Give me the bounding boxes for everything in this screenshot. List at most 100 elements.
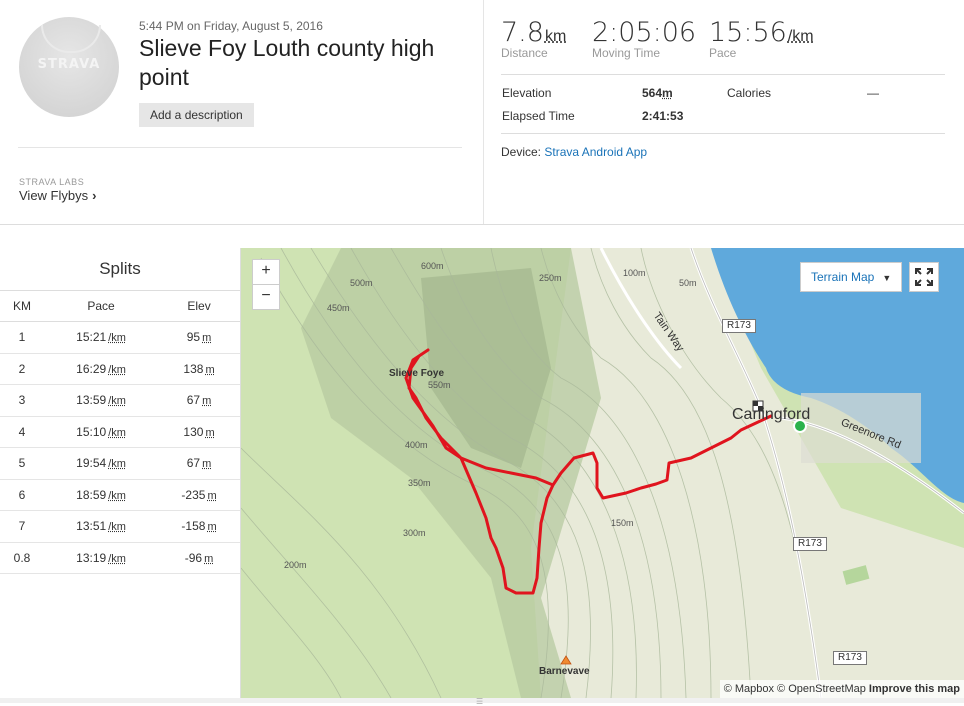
pace-label: Pace bbox=[709, 46, 737, 60]
split-row: 1 15:21/km 95 m bbox=[0, 321, 240, 354]
strava-labs-label: STRAVA LABS bbox=[19, 177, 85, 187]
elevation-number: 564 bbox=[642, 86, 663, 100]
split-row: 2 16:29/km 138 m bbox=[0, 353, 240, 385]
split-pace-unit: /km bbox=[108, 458, 126, 471]
split-pace-unit: /km bbox=[108, 489, 126, 502]
header-elev: Elev bbox=[158, 291, 240, 322]
split-pace-value: 13:59 bbox=[76, 393, 107, 408]
split-pace-value: 13:51 bbox=[76, 519, 107, 534]
activity-date: 5:44 PM on Friday, August 5, 2016 bbox=[139, 19, 323, 33]
split-pace-unit: /km bbox=[108, 426, 126, 439]
avatar-shirt-shape bbox=[41, 25, 101, 53]
road-label-r173-south: R173 bbox=[793, 537, 827, 551]
zoom-out-button[interactable]: − bbox=[252, 284, 280, 310]
zoom-in-button[interactable]: + bbox=[252, 259, 280, 285]
view-flybys-label: View Flybys bbox=[19, 188, 89, 203]
avatar[interactable]: STRAVA bbox=[19, 17, 119, 117]
header-km: KM bbox=[0, 291, 45, 322]
split-elev: 67 m bbox=[158, 384, 240, 417]
split-elev: 130 m bbox=[158, 416, 240, 448]
split-elev-unit: m bbox=[202, 458, 212, 471]
caret-down-icon: ▼ bbox=[882, 273, 892, 283]
improve-map-link[interactable]: Improve this map bbox=[869, 683, 960, 695]
split-pace: 13:19/km bbox=[44, 542, 159, 574]
pace-value: 15:56 bbox=[709, 17, 787, 48]
calories-value: — bbox=[867, 86, 879, 100]
route-map[interactable]: Slieve Foye Carlingford Barnevave R173 R… bbox=[241, 248, 964, 698]
contour-100-label: 100m bbox=[623, 268, 646, 278]
split-row: 6 18:59/km -235 m bbox=[0, 479, 240, 511]
peak-label: Slieve Foye bbox=[389, 368, 445, 379]
split-pace: 19:54/km bbox=[44, 447, 159, 480]
split-pace-value: 16:29 bbox=[76, 361, 107, 376]
split-pace: 15:21/km bbox=[44, 321, 159, 354]
split-elev: -96 m bbox=[158, 542, 240, 574]
elevation-label: Elevation bbox=[502, 86, 552, 100]
device-link[interactable]: Strava Android App bbox=[544, 145, 647, 159]
stat-moving-time: 2:05:06 Moving Time bbox=[592, 17, 696, 60]
split-km: 1 bbox=[0, 321, 45, 354]
distance-unit: km bbox=[544, 28, 567, 45]
split-pace-value: 19:54 bbox=[76, 456, 107, 471]
activity-title: Slieve Foy Louth county high point bbox=[139, 35, 435, 90]
split-elev-unit: m bbox=[205, 426, 215, 439]
split-pace-unit: /km bbox=[108, 332, 126, 345]
split-row: 3 13:59/km 67 m bbox=[0, 384, 240, 417]
strava-logo: STRAVA bbox=[37, 57, 101, 72]
split-elev: 67 m bbox=[158, 447, 240, 480]
split-pace-unit: /km bbox=[108, 552, 126, 565]
split-pace-value: 13:19 bbox=[76, 550, 107, 565]
split-elev-unit: m bbox=[205, 363, 215, 376]
elapsed-time-value: 2:41:53 bbox=[642, 109, 684, 123]
split-elev-value: 67 bbox=[186, 393, 201, 408]
contour-50-label: 50m bbox=[679, 278, 697, 288]
resize-grip-icon[interactable]: ☰ bbox=[476, 697, 483, 706]
device-label: Device: bbox=[501, 145, 542, 159]
split-km: 3 bbox=[0, 384, 45, 417]
elevation-value: 564m bbox=[642, 86, 673, 100]
split-elev: -235 m bbox=[158, 479, 240, 511]
add-description-button[interactable]: Add a description bbox=[139, 103, 254, 127]
split-elev: -158 m bbox=[158, 510, 240, 543]
split-pace: 16:29/km bbox=[44, 353, 159, 385]
split-pace-unit: /km bbox=[108, 521, 126, 534]
split-pace-unit: /km bbox=[108, 363, 126, 376]
contour-500-label: 500m bbox=[350, 278, 373, 288]
fullscreen-button[interactable] bbox=[909, 262, 939, 292]
attribution-text[interactable]: © Mapbox © OpenStreetMap bbox=[724, 683, 866, 695]
contour-300-label: 300m bbox=[403, 528, 426, 538]
split-km: 4 bbox=[0, 416, 45, 448]
terrain-map-dropdown[interactable]: Terrain Map ▼ bbox=[800, 262, 903, 292]
terrain-map-label: Terrain Map bbox=[811, 270, 875, 284]
splits-header-row: KM Pace Elev bbox=[0, 291, 240, 322]
split-elev-value: 130 bbox=[183, 424, 204, 439]
distance-label: Distance bbox=[501, 46, 548, 60]
map-canvas bbox=[241, 248, 964, 698]
split-pace: 13:59/km bbox=[44, 384, 159, 417]
chevron-right-icon: › bbox=[92, 188, 97, 203]
split-pace-value: 15:10 bbox=[76, 424, 107, 439]
split-elev-value: 67 bbox=[186, 456, 201, 471]
road-label-r173-far-south: R173 bbox=[833, 651, 867, 665]
distance-value: 7.8 bbox=[501, 17, 544, 48]
view-flybys-link[interactable]: View Flybys › bbox=[19, 188, 96, 203]
elevation-unit: m bbox=[662, 86, 673, 100]
contour-400-label: 400m bbox=[405, 440, 428, 450]
contour-450-label: 450m bbox=[327, 303, 350, 313]
split-row: 5 19:54/km 67 m bbox=[0, 447, 240, 480]
split-pace-value: 15:21 bbox=[76, 330, 107, 345]
split-km: 0.8 bbox=[0, 542, 45, 574]
divider bbox=[483, 0, 484, 224]
elapsed-time-label: Elapsed Time bbox=[502, 109, 575, 123]
split-km: 7 bbox=[0, 510, 45, 543]
divider bbox=[501, 133, 945, 134]
contour-550-label: 550m bbox=[428, 380, 451, 390]
contour-200-label: 200m bbox=[284, 560, 307, 570]
split-km: 5 bbox=[0, 447, 45, 480]
split-row: 0.8 13:19/km -96 m bbox=[0, 542, 240, 574]
splits-title: Splits bbox=[0, 248, 240, 291]
pace-unit: /km bbox=[787, 28, 814, 45]
split-elev: 95 m bbox=[158, 321, 240, 354]
split-elev-unit: m bbox=[207, 521, 217, 534]
split-pace: 18:59/km bbox=[44, 479, 159, 511]
